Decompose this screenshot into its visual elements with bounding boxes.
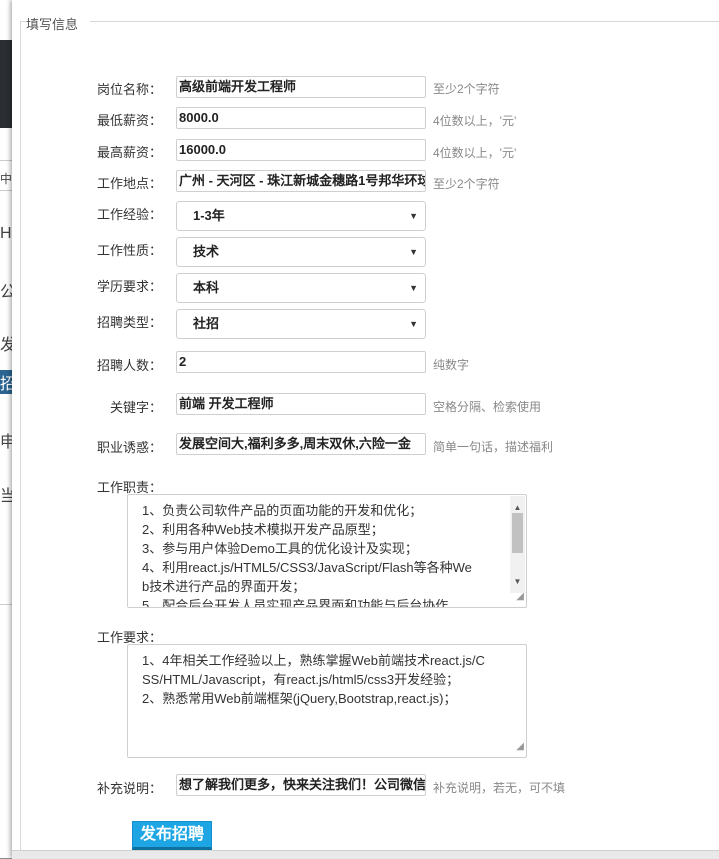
- max-salary-label: 最高薪资：: [97, 145, 163, 160]
- experience-value: 1-3年: [193, 208, 225, 223]
- job-name-input[interactable]: 高级前端开发工程师: [176, 76, 426, 98]
- benefits-hint: 简单一句话，描述福利: [433, 440, 554, 454]
- headcount-input[interactable]: 2: [176, 351, 426, 373]
- chevron-down-icon: ▼: [409, 319, 418, 329]
- background-text: 招: [0, 370, 12, 394]
- requirements-line: 1、4年相关工作经验以上，熟练掌握Web前端技术react.js/C: [142, 653, 485, 668]
- duties-line: b技术进行产品的界面开发；: [142, 579, 306, 594]
- education-select[interactable]: 本科 ▼: [176, 273, 426, 303]
- min-salary-hint: 4位数以上，'元': [433, 114, 517, 128]
- location-input[interactable]: 广州 - 天河区 - 珠江新城金穗路1号邦华环球贸易: [176, 170, 426, 192]
- requirements-line: 2、熟悉常用Web前端框架(jQuery,Bootstrap,react.js)…: [142, 691, 457, 706]
- background-text: 申: [0, 434, 12, 451]
- hire-type-select[interactable]: 社招 ▼: [176, 309, 426, 339]
- min-salary-input[interactable]: 8000.0: [176, 107, 426, 129]
- location-hint: 至少2个字符: [433, 177, 500, 191]
- experience-label: 工作经验：: [97, 207, 163, 222]
- background-divider: [0, 160, 12, 161]
- extra-input[interactable]: 想了解我们更多，快来关注我们！公司微信: [176, 774, 426, 796]
- dialog-title: 填写信息: [26, 17, 79, 32]
- post-job-button[interactable]: 发布招聘: [132, 821, 212, 850]
- headcount-label: 招聘人数：: [97, 358, 163, 373]
- job-name-label: 岗位名称：: [97, 82, 163, 97]
- resize-grip-icon[interactable]: ◢: [516, 587, 524, 606]
- background-banner: [0, 40, 12, 128]
- chevron-down-icon: ▼: [409, 247, 418, 257]
- headcount-hint: 纯数字: [433, 358, 470, 372]
- education-value: 本科: [193, 280, 220, 295]
- background-text: H: [0, 225, 12, 242]
- keywords-label: 关键字：: [110, 400, 163, 415]
- job-type-select[interactable]: 技术 ▼: [176, 237, 426, 267]
- hire-type-value: 社招: [193, 316, 220, 331]
- scrollbar-thumb[interactable]: [512, 513, 523, 553]
- background-text: 中: [0, 172, 12, 186]
- extra-hint: 补充说明，若无，可不填: [433, 781, 566, 795]
- job-type-label: 工作性质：: [97, 243, 163, 258]
- background-text: 公: [0, 284, 12, 301]
- chevron-down-icon: ▼: [409, 283, 418, 293]
- duties-line: 2、利用各种Web技术模拟开发产品原型；: [142, 522, 384, 537]
- duties-line: 1、负责公司软件产品的页面功能的开发和优化；: [142, 503, 423, 518]
- background-divider: [0, 604, 12, 605]
- fieldset-border: [90, 21, 719, 22]
- chevron-down-icon: ▼: [409, 211, 418, 221]
- background-text: 当: [0, 488, 12, 505]
- education-label: 学历要求：: [97, 279, 163, 294]
- duties-line: 4、利用react.js/HTML5/CSS3/JavaScript/Flash…: [142, 560, 472, 575]
- fieldset-border: [20, 21, 21, 858]
- job-type-value: 技术: [193, 244, 220, 259]
- benefits-label: 职业诱惑：: [97, 440, 163, 455]
- keywords-hint: 空格分隔、检索使用: [433, 400, 542, 414]
- background-divider: [0, 190, 12, 191]
- duties-textarea[interactable]: 1、负责公司软件产品的页面功能的开发和优化； 2、利用各种Web技术模拟开发产品…: [127, 494, 527, 608]
- extra-label: 补充说明：: [97, 781, 163, 796]
- max-salary-hint: 4位数以上，'元': [433, 146, 517, 160]
- background-text: 发: [0, 337, 12, 354]
- benefits-input[interactable]: 发展空间大,福利多多,周末双休,六险一金: [176, 433, 426, 455]
- post-job-dialog: 填写信息 岗位名称： 高级前端开发工程师 至少2个字符 最低薪资： 8000.0…: [12, 0, 719, 859]
- duties-line: 5、配合后台开发人员实现产品界面和功能与后台协作: [142, 598, 449, 608]
- job-name-hint: 至少2个字符: [433, 82, 500, 96]
- hire-type-label: 招聘类型：: [97, 315, 163, 330]
- resize-grip-icon[interactable]: ◢: [516, 737, 524, 756]
- requirements-textarea[interactable]: 1、4年相关工作经验以上，熟练掌握Web前端技术react.js/C SS/HT…: [127, 644, 527, 758]
- location-label: 工作地点：: [97, 176, 163, 191]
- duties-line: 3、参与用户体验Demo工具的优化设计及实现；: [142, 541, 418, 556]
- min-salary-label: 最低薪资：: [97, 113, 163, 128]
- experience-select[interactable]: 1-3年 ▼: [176, 201, 426, 231]
- dialog-header: [12, 0, 719, 45]
- keywords-input[interactable]: 前端 开发工程师: [176, 393, 426, 415]
- requirements-line: SS/HTML/Javascript，有react.js/html5/css3开…: [142, 672, 460, 687]
- duties-scrollbar[interactable]: ▲ ▼: [510, 496, 525, 593]
- max-salary-input[interactable]: 16000.0: [176, 139, 426, 161]
